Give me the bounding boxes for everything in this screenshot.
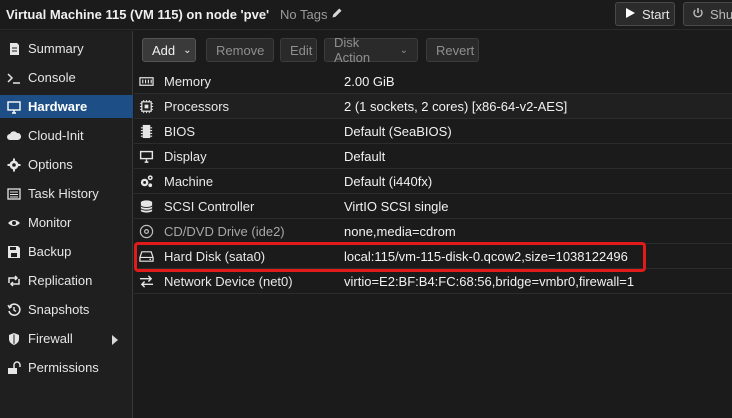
sidebar-item-task-history[interactable]: Task History (0, 182, 133, 205)
list-icon (6, 186, 22, 202)
sidebar-item-label: Replication (28, 273, 93, 288)
row-key: BIOS (164, 123, 196, 139)
exchange-icon (138, 273, 154, 289)
row-value: local:115/vm-115-disk-0.qcow2,size=10381… (344, 248, 628, 264)
revert-label: Revert (436, 42, 475, 58)
row-value: VirtIO SCSI single (344, 198, 449, 214)
sidebar-item-label: Firewall (28, 331, 73, 346)
hardware-row-display[interactable]: Display Default (134, 144, 732, 169)
remove-label: Remove (216, 42, 265, 58)
sidebar-item-label: Backup (28, 244, 72, 259)
console-icon (6, 70, 22, 86)
chevron-down-icon: ⌄ (399, 44, 408, 56)
row-value: virtio=E2:BF:B4:FC:68:56,bridge=vmbr0,fi… (344, 273, 635, 289)
row-value: 2 (1 sockets, 2 cores) [x86-64-v2-AES] (344, 98, 568, 114)
hardware-row-hard-disk[interactable]: Hard Disk (sata0) local:115/vm-115-disk-… (134, 244, 732, 269)
floppy-icon (6, 244, 22, 260)
cloud-icon (6, 128, 22, 144)
row-value: none,media=cdrom (344, 223, 456, 239)
shutdown-button[interactable]: Shut (683, 2, 732, 26)
sidebar-item-summary[interactable]: Summary (0, 37, 133, 60)
eye-icon (6, 215, 22, 231)
row-value: 2.00 GiB (344, 73, 395, 89)
row-key: Hard Disk (sata0) (164, 248, 266, 264)
disk-action-button[interactable]: Disk Action ⌄ (324, 35, 418, 65)
title-bar: Virtual Machine 115 (VM 115) on node 'pv… (0, 0, 732, 30)
sidebar-item-label: Cloud-Init (28, 128, 84, 143)
hardware-toolbar: Add ⌄ Remove Edit Disk Action ⌄ Revert (134, 31, 732, 67)
edit-label: Edit (290, 42, 313, 58)
hardware-row-cdrom[interactable]: CD/DVD Drive (ide2) none,media=cdrom (134, 219, 732, 244)
row-key: CD/DVD Drive (ide2) (164, 223, 285, 239)
sidebar-item-label: Snapshots (28, 302, 90, 317)
vm-title: Virtual Machine 115 (VM 115) on node 'pv… (6, 7, 270, 22)
hardware-row-scsi-controller[interactable]: SCSI Controller VirtIO SCSI single (134, 194, 732, 219)
sidebar-item-console[interactable]: Console (0, 66, 133, 89)
hdd-icon (138, 248, 154, 264)
power-icon (692, 7, 704, 22)
retweet-icon (6, 273, 22, 289)
sidebar-item-label: Console (28, 70, 76, 85)
sidebar-item-label: Options (28, 157, 73, 172)
unlock-icon (6, 360, 22, 376)
row-value: Default (SeaBIOS) (344, 123, 452, 139)
sidebar-item-label: Hardware (28, 99, 88, 114)
shutdown-label: Shut (710, 6, 732, 22)
hardware-row-network-device[interactable]: Network Device (net0) virtio=E2:BF:B4:FC… (134, 269, 732, 294)
sidebar-item-cloud-init[interactable]: Cloud-Init (0, 124, 133, 147)
desktop-icon (138, 148, 154, 164)
row-value: Default (i440fx) (344, 173, 433, 189)
hardware-row-bios[interactable]: BIOS Default (SeaBIOS) (134, 119, 732, 144)
sidebar-item-firewall[interactable]: Firewall (0, 327, 133, 350)
remove-button[interactable]: Remove (206, 38, 274, 62)
pencil-icon[interactable] (331, 7, 343, 22)
sidebar-item-snapshots[interactable]: Snapshots (0, 298, 133, 321)
sidebar: Summary Console Hardware Cloud-Init Opti… (0, 31, 133, 418)
tags-label: No Tags (280, 7, 328, 22)
sidebar-item-label: Task History (28, 186, 99, 201)
gear-icon (6, 157, 22, 173)
start-label: Start (642, 6, 670, 22)
row-key: SCSI Controller (164, 198, 255, 214)
disk-action-label: Disk Action (334, 35, 371, 65)
hardware-row-machine[interactable]: Machine Default (i440fx) (134, 169, 732, 194)
start-button[interactable]: Start (615, 2, 675, 26)
cogs-icon (138, 173, 154, 189)
database-icon (138, 198, 154, 214)
row-key: Network Device (net0) (164, 273, 293, 289)
hardware-row-processors[interactable]: Processors 2 (1 sockets, 2 cores) [x86-6… (134, 94, 732, 119)
hardware-row-memory[interactable]: Memory 2.00 GiB (134, 69, 732, 94)
sidebar-item-hardware[interactable]: Hardware (0, 95, 133, 118)
edit-button[interactable]: Edit (280, 38, 317, 62)
sidebar-item-monitor[interactable]: Monitor (0, 211, 133, 234)
microchip-icon (138, 123, 154, 139)
summary-icon (6, 41, 22, 57)
monitor-icon (6, 99, 22, 115)
row-key: Machine (164, 173, 214, 189)
sidebar-item-label: Permissions (28, 360, 99, 375)
sidebar-item-options[interactable]: Options (0, 153, 133, 176)
sidebar-item-label: Summary (28, 41, 84, 56)
sidebar-item-backup[interactable]: Backup (0, 240, 133, 263)
memory-icon (138, 73, 154, 89)
history-icon (6, 302, 22, 318)
row-key: Display (164, 148, 207, 164)
chevron-down-icon: ⌄ (183, 44, 192, 56)
add-label: Add (152, 42, 176, 58)
row-key: Memory (164, 73, 211, 89)
row-key: Processors (164, 98, 230, 114)
sidebar-item-label: Monitor (28, 215, 72, 230)
row-value: Default (344, 148, 386, 164)
play-icon (624, 7, 636, 22)
sidebar-item-permissions[interactable]: Permissions (0, 356, 133, 379)
add-button[interactable]: Add ⌄ (142, 38, 196, 62)
expand-arrow-icon[interactable] (111, 333, 119, 348)
cdrom-icon (138, 223, 154, 239)
tags-area[interactable]: No Tags (280, 7, 343, 22)
sidebar-item-replication[interactable]: Replication (0, 269, 133, 292)
cpu-icon (138, 98, 154, 114)
shield-icon (6, 331, 22, 347)
revert-button[interactable]: Revert (426, 38, 479, 62)
